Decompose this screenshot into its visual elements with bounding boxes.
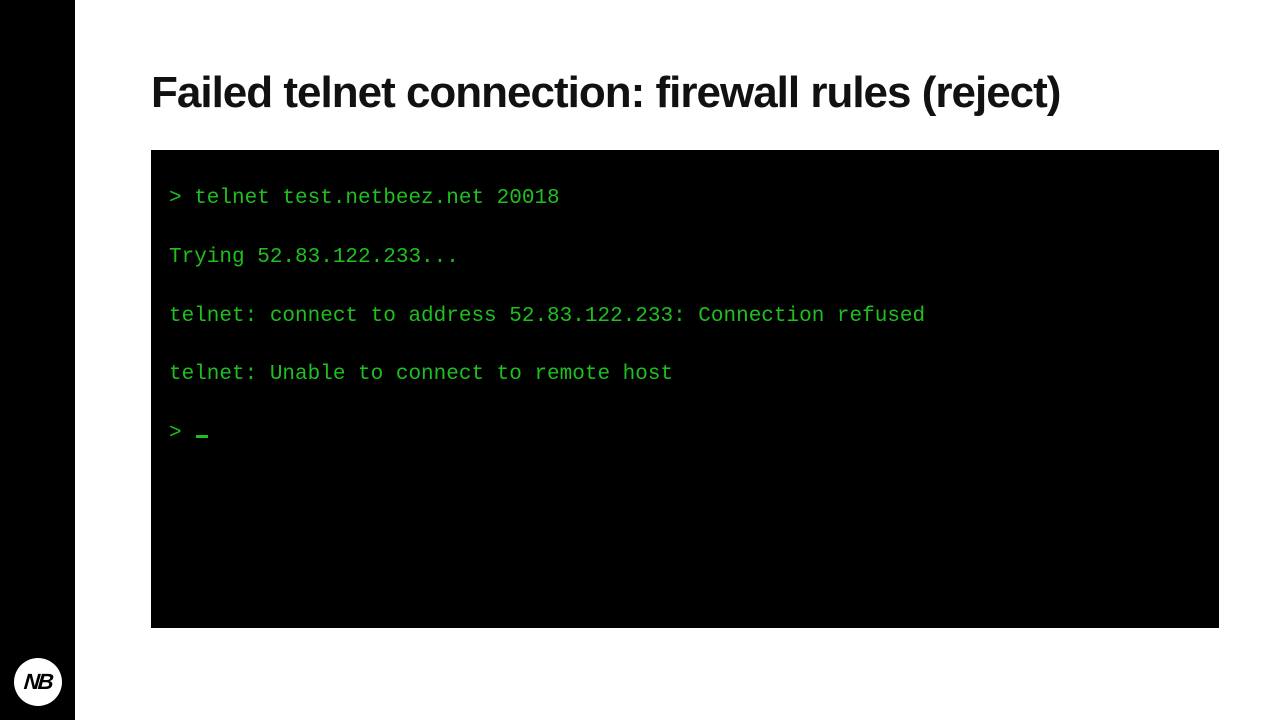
side-accent-bar: NB	[0, 0, 75, 720]
brand-logo-text: NB	[23, 669, 53, 695]
cursor-icon	[196, 435, 208, 438]
terminal-line-output: telnet: connect to address 52.83.122.233…	[169, 288, 1201, 347]
brand-logo: NB	[14, 658, 62, 706]
terminal-line-prompt: >	[169, 405, 1201, 464]
prompt-text: >	[169, 422, 194, 445]
terminal-line-output: telnet: Unable to connect to remote host	[169, 346, 1201, 405]
terminal-window: > telnet test.netbeez.net 20018 Trying 5…	[151, 150, 1219, 628]
slide-page: NB Failed telnet connection: firewall ru…	[0, 0, 1280, 720]
terminal-line-output: Trying 52.83.122.233...	[169, 229, 1201, 288]
slide-content: Failed telnet connection: firewall rules…	[75, 0, 1280, 720]
slide-title: Failed telnet connection: firewall rules…	[151, 68, 1208, 118]
terminal-line-command: > telnet test.netbeez.net 20018	[169, 170, 1201, 229]
